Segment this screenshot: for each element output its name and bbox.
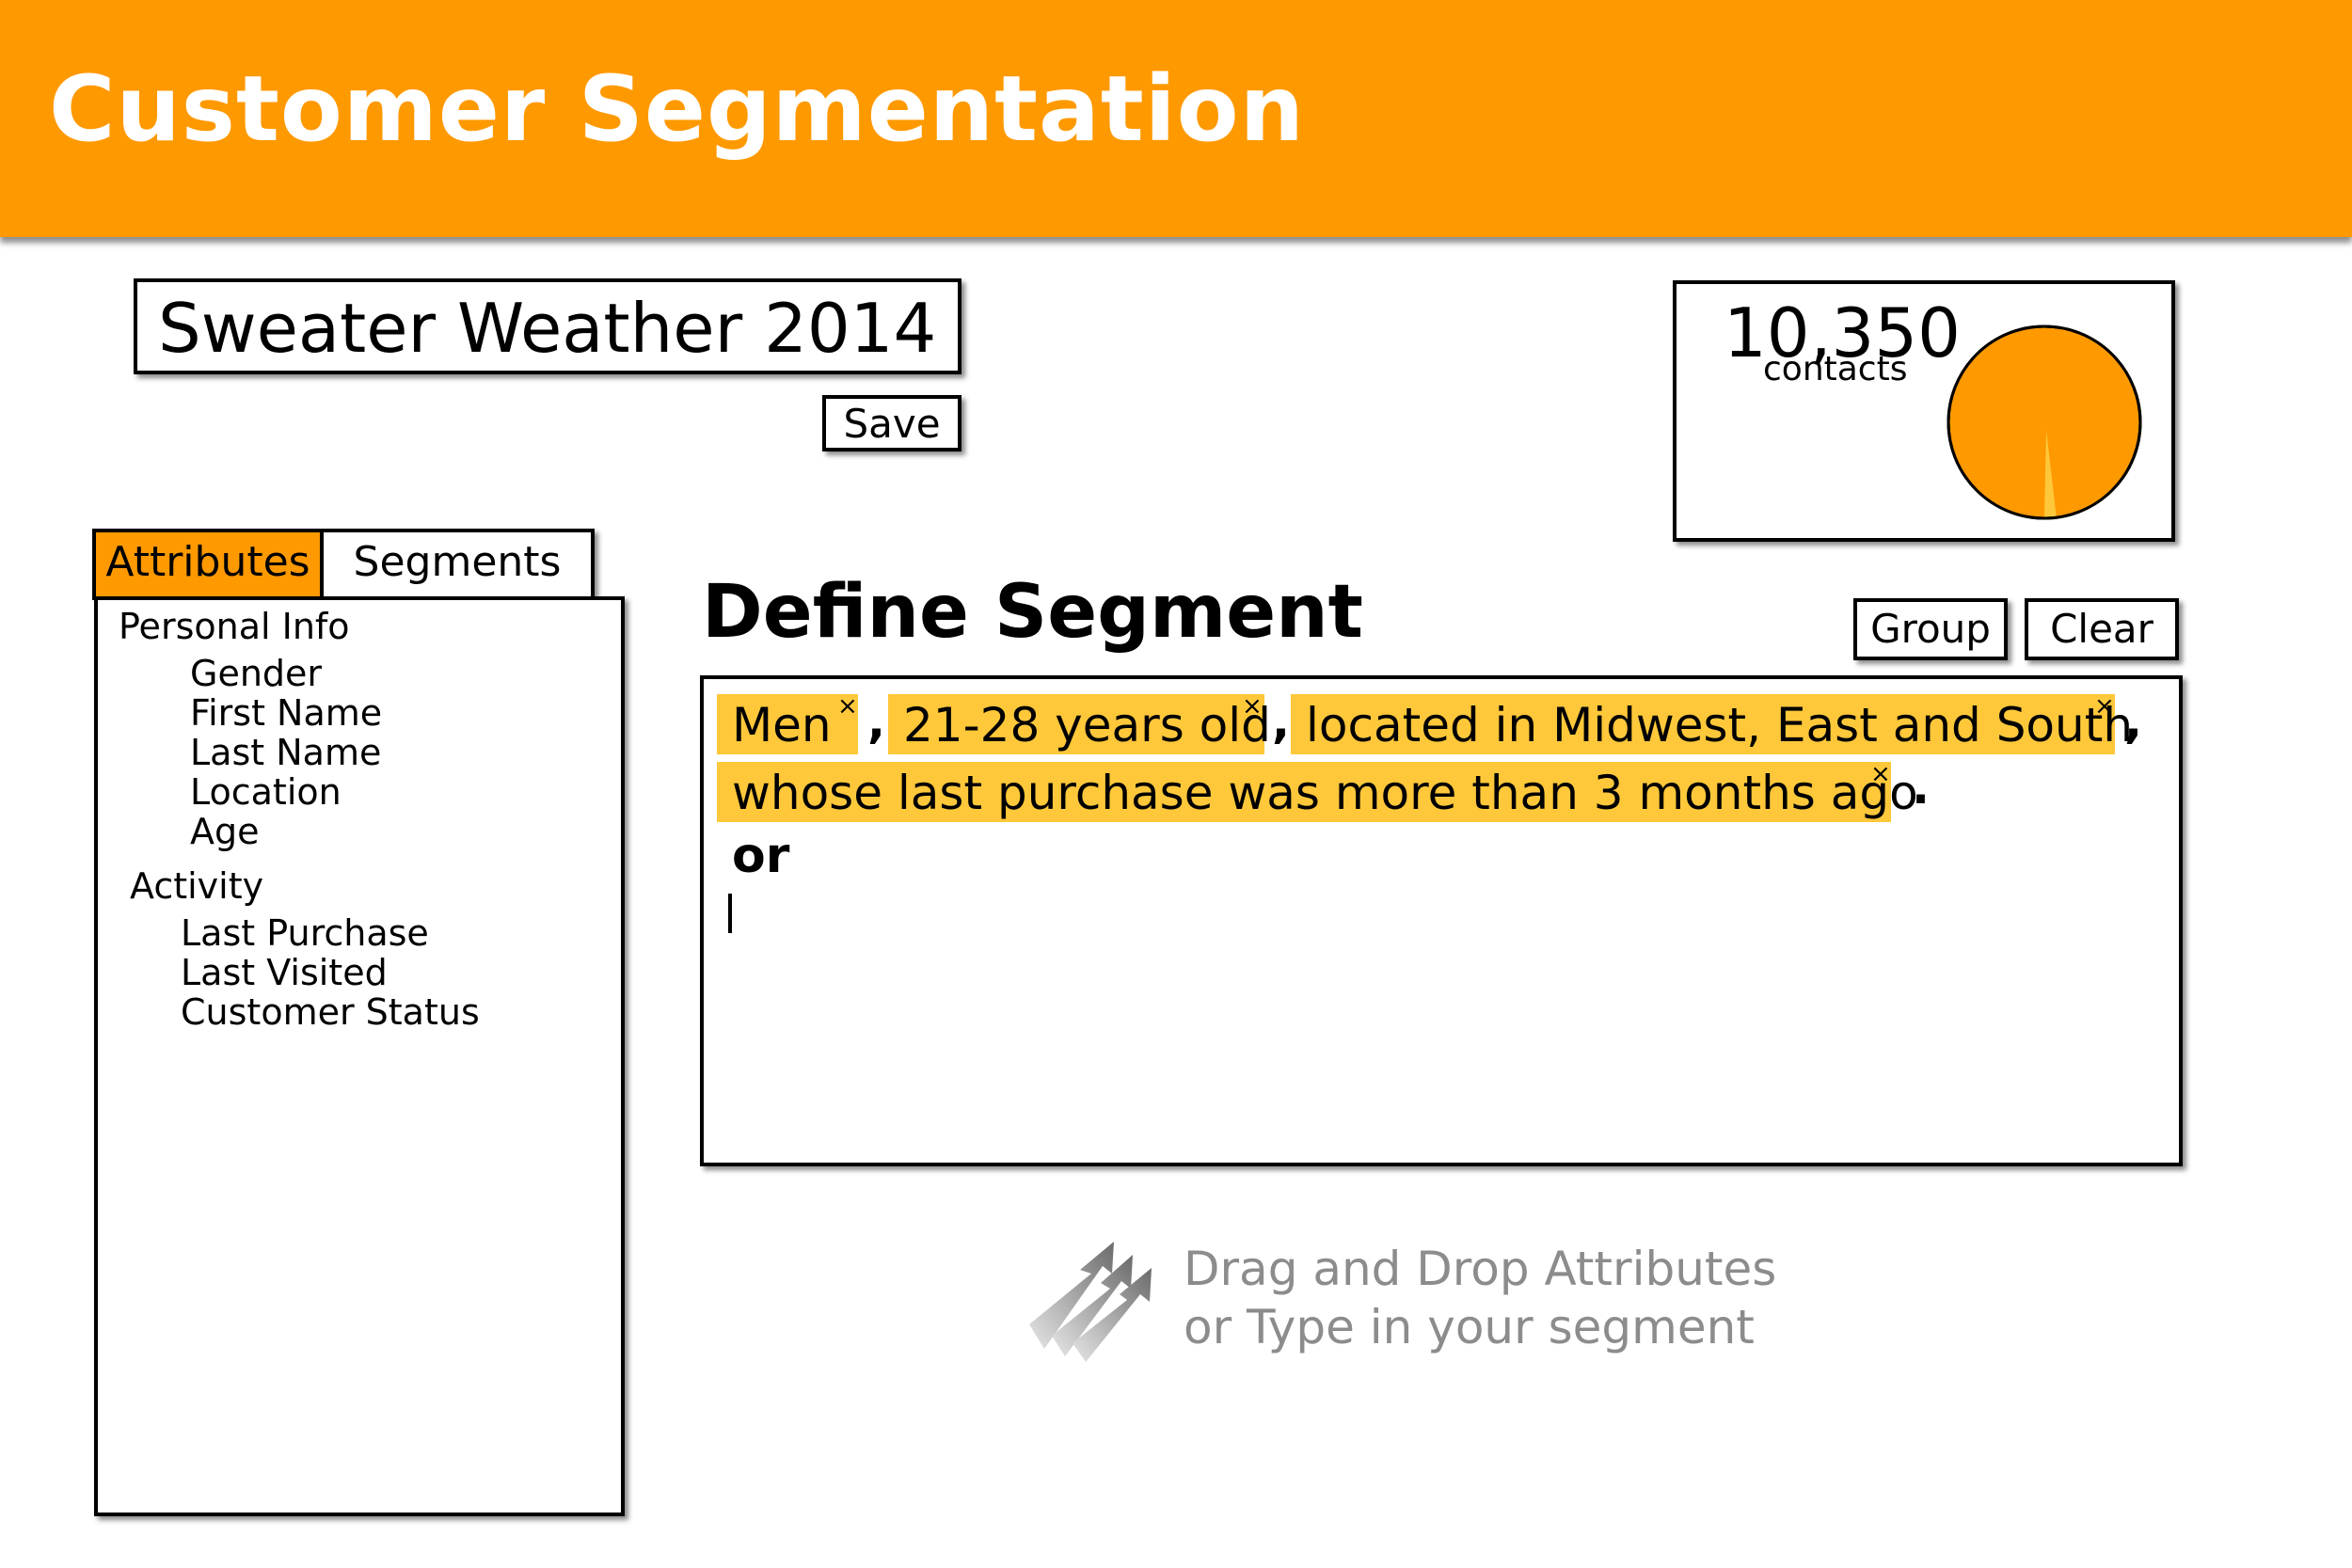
connector-or: or: [732, 828, 790, 884]
chip-label: whose last purchase was more than 3 mont…: [732, 766, 1918, 820]
clear-button[interactable]: Clear: [2025, 598, 2179, 660]
chip-label: located in Midwest, East and South: [1306, 698, 2134, 752]
group-button[interactable]: Group: [1853, 598, 2008, 660]
contact-count-label: contacts: [1763, 350, 1908, 388]
contact-pie-chart: [1947, 325, 2142, 520]
group-activity: Activity: [130, 865, 264, 907]
chip-separator: ,: [2124, 694, 2142, 749]
chip-label: Men: [732, 698, 832, 752]
segment-name-input[interactable]: [134, 278, 961, 374]
attribute-gender[interactable]: Gender: [190, 653, 322, 694]
segment-chip-last-purchase[interactable]: whose last purchase was more than 3 mont…: [717, 762, 1918, 822]
chip-separator: ,: [1272, 694, 1290, 749]
chip-separator: .: [1912, 760, 1930, 815]
attribute-first-name[interactable]: First Name: [190, 692, 382, 734]
segment-chip-location[interactable]: located in Midwest, East and South ×: [1291, 694, 2133, 754]
segment-chip-age[interactable]: 21-28 years old ×: [888, 694, 1271, 754]
drag-drop-icon: [1029, 1242, 1152, 1362]
app-header: Customer Segmentation: [0, 0, 2352, 237]
attribute-age[interactable]: Age: [190, 811, 260, 852]
segment-chip-gender[interactable]: Men ×: [717, 694, 858, 754]
chip-label: 21-28 years old: [903, 698, 1271, 752]
hint-line-2: or Type in your segment: [1184, 1300, 1755, 1354]
attribute-last-visited[interactable]: Last Visited: [181, 952, 388, 993]
chip-remove-icon[interactable]: ×: [1242, 694, 1263, 719]
contact-counter: 10,350 contacts: [1673, 280, 2175, 542]
attributes-panel: Personal Info Gender First Name Last Nam…: [94, 596, 625, 1516]
attribute-location[interactable]: Location: [190, 771, 342, 813]
chip-remove-icon[interactable]: ×: [837, 694, 858, 719]
save-button[interactable]: Save: [822, 395, 961, 451]
page-title: Customer Segmentation: [49, 56, 1305, 162]
chip-remove-icon[interactable]: ×: [1870, 762, 1891, 786]
text-caret: [728, 894, 732, 933]
segment-editor[interactable]: Men × , 21-28 years old × , located in M…: [700, 675, 2183, 1166]
chip-separator: ,: [867, 694, 885, 749]
define-segment-title: Define Segment: [702, 570, 1363, 655]
tab-segments[interactable]: Segments: [320, 529, 595, 600]
attribute-last-name[interactable]: Last Name: [190, 732, 381, 773]
chip-remove-icon[interactable]: ×: [2094, 694, 2115, 719]
group-personal-info: Personal Info: [119, 606, 350, 647]
attribute-customer-status[interactable]: Customer Status: [181, 991, 480, 1033]
tab-attributes[interactable]: Attributes: [92, 529, 324, 600]
attribute-last-purchase[interactable]: Last Purchase: [181, 912, 429, 954]
hint-line-1: Drag and Drop Attributes: [1184, 1242, 1777, 1296]
drag-drop-hint: Drag and Drop Attributes or Type in your…: [1184, 1240, 1776, 1356]
